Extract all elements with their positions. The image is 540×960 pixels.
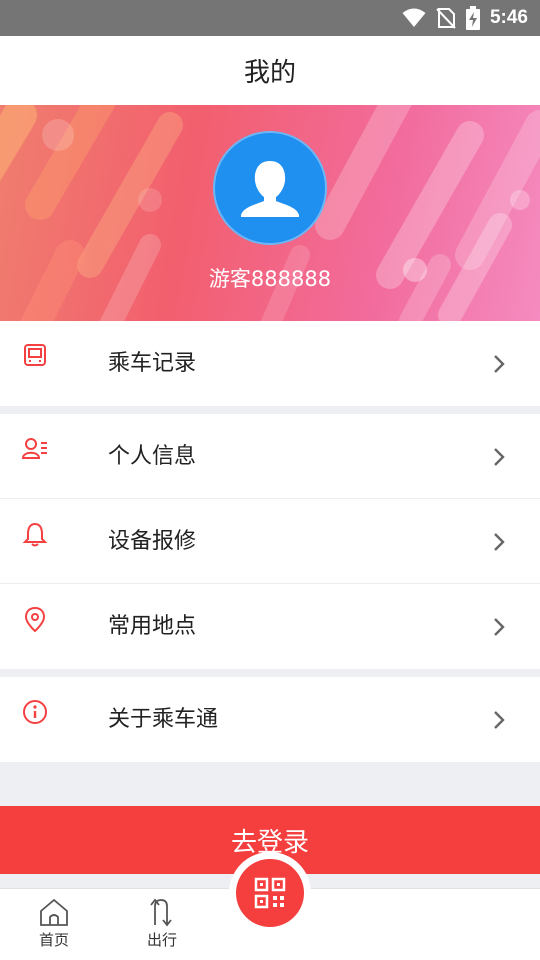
menu-item-device-repair[interactable]: 设备报修 — [0, 499, 540, 584]
avatar[interactable] — [213, 131, 327, 245]
info-icon — [23, 700, 47, 724]
location-pin-icon — [24, 606, 46, 632]
chevron-right-icon — [494, 448, 505, 466]
home-icon — [40, 898, 68, 926]
chevron-right-icon — [494, 533, 505, 551]
menu-item-label: 常用地点 — [108, 614, 197, 639]
user-info-icon — [22, 438, 47, 459]
battery-charging-icon — [465, 6, 480, 30]
no-sim-icon — [436, 8, 456, 29]
menu-item-label: 关于乘车通 — [108, 707, 219, 732]
chevron-right-icon — [494, 355, 505, 373]
bus-icon — [24, 344, 46, 366]
menu-item-label: 乘车记录 — [108, 351, 197, 376]
menu-group-about: 关于乘车通 — [0, 677, 540, 762]
menu-item-ride-records[interactable]: 乘车记录 — [0, 321, 540, 406]
clock: 5:46 — [489, 7, 528, 28]
title-bar: 我的 — [0, 36, 540, 105]
menu-group-personal: 个人信息 设备报修 常用地点 — [0, 414, 540, 669]
qr-scan-button[interactable] — [229, 852, 311, 934]
nav-item-travel[interactable]: 出行 — [122, 897, 202, 950]
qr-code-icon — [254, 877, 286, 909]
page-title: 我的 — [243, 58, 296, 88]
chevron-right-icon — [494, 711, 505, 729]
profile-banner: 游客888888 — [0, 105, 540, 321]
qr-scan-button-inner — [236, 859, 304, 927]
menu-item-label: 设备报修 — [108, 529, 197, 554]
menu-group-records: 乘车记录 — [0, 321, 540, 406]
menu-item-label: 个人信息 — [108, 444, 197, 469]
nav-item-home[interactable]: 首页 — [14, 897, 94, 950]
chevron-right-icon — [494, 618, 505, 636]
menu-item-personal-info[interactable]: 个人信息 — [0, 414, 540, 499]
menu-item-common-places[interactable]: 常用地点 — [0, 584, 540, 669]
menu-item-about[interactable]: 关于乘车通 — [0, 677, 540, 762]
status-bar: 5:46 — [0, 0, 540, 36]
wifi-icon — [402, 8, 426, 27]
username: 游客888888 — [208, 267, 332, 291]
nav-item-label: 出行 — [146, 931, 177, 949]
nav-item-label: 首页 — [38, 931, 69, 949]
route-icon — [150, 898, 172, 927]
bell-icon — [22, 522, 48, 547]
user-silhouette-icon — [241, 161, 299, 217]
